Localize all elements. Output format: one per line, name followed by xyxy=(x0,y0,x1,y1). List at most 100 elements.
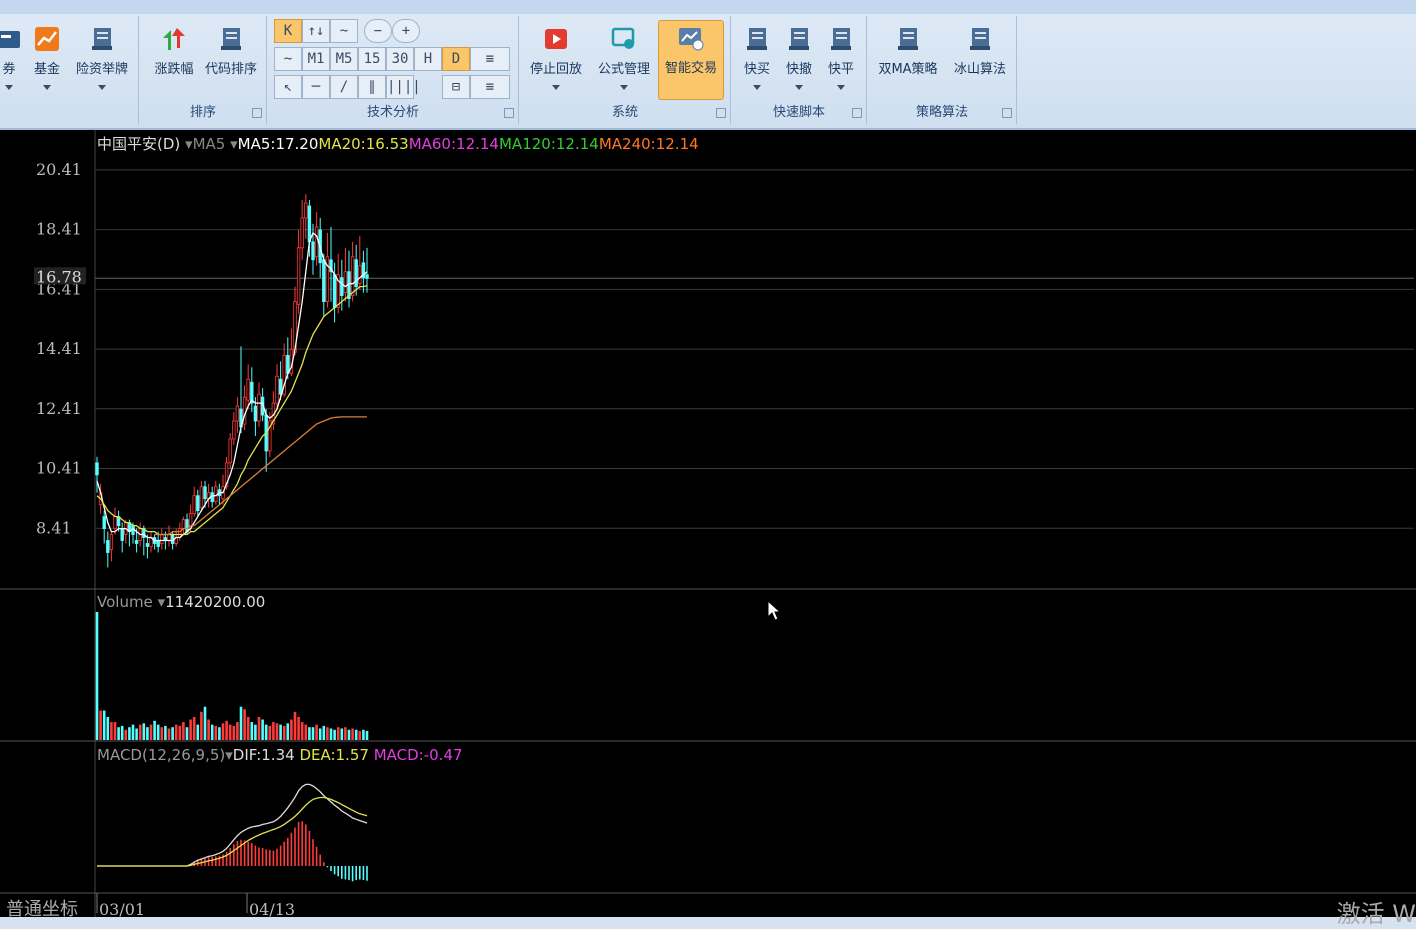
indicator-label[interactable]: MA5 xyxy=(193,135,226,153)
candle-body xyxy=(134,540,139,544)
candle-body xyxy=(300,217,304,249)
volume-bar xyxy=(174,724,178,740)
mouse-cursor-icon xyxy=(767,600,781,621)
quick-cancel-button[interactable]: 快撤 xyxy=(776,22,822,98)
volume-bar xyxy=(333,729,336,740)
candle-body xyxy=(102,516,106,529)
dialog-launcher-icon[interactable] xyxy=(1002,108,1012,118)
period-15-button[interactable]: 15 xyxy=(358,47,386,71)
candle-body xyxy=(228,438,232,464)
macd-label[interactable]: MACD(12,26,9,5) xyxy=(97,746,225,764)
volume-bar xyxy=(120,725,124,740)
group-label-system: 系统 xyxy=(611,105,638,120)
zoom-out-button[interactable]: − xyxy=(364,19,392,43)
ribbon-toolbar: 券 基金 险资举牌 涨跌幅 代码排序 排序 K ↑↓ ~ − + ~ M1 M5… xyxy=(0,0,1416,130)
candlestick-mode-button[interactable]: K xyxy=(274,19,302,43)
change-pct-button[interactable]: 涨跌幅 xyxy=(146,22,202,98)
volume-bar xyxy=(189,719,192,740)
channel-tool-button[interactable]: ∥ xyxy=(358,75,386,99)
period-m5-button[interactable]: M5 xyxy=(330,47,358,71)
fund-button[interactable]: 基金 xyxy=(24,22,70,98)
trendline-tool-button[interactable]: / xyxy=(330,75,358,99)
volume-bar xyxy=(358,731,362,740)
candle-body xyxy=(275,375,279,404)
tools-more-dropdown[interactable]: ≡ xyxy=(470,75,510,99)
symbol-label[interactable]: 中国平安(D) xyxy=(97,135,180,153)
dialog-launcher-icon[interactable] xyxy=(852,108,862,118)
candle-body xyxy=(311,241,315,261)
volume-value: 11420200.00 xyxy=(165,593,266,611)
ma-values: MA5:17.20MA20:16.53MA60:12.14MA120:12.14… xyxy=(238,135,699,153)
stop-replay-button[interactable]: 停止回放 xyxy=(524,22,588,98)
dialog-launcher-icon[interactable] xyxy=(716,108,726,118)
candle-body xyxy=(235,405,240,422)
dialog-launcher-icon[interactable] xyxy=(252,108,262,118)
volume-bar xyxy=(275,723,279,740)
ma-legend-item: MA5:17.20 xyxy=(237,135,319,153)
dropdown-arrow-icon[interactable]: ▾ xyxy=(230,135,238,153)
y-tick-label: 18.41 xyxy=(36,220,82,239)
quick-close-button[interactable]: 快平 xyxy=(818,22,864,98)
smart-trade-button[interactable]: 智能交易 xyxy=(658,20,724,100)
period-d-button[interactable]: D xyxy=(442,47,470,71)
volume-bar xyxy=(171,727,174,740)
formula-manager-button[interactable]: 公式管理 xyxy=(592,22,656,98)
volume-bar xyxy=(264,724,268,740)
chart-area[interactable]: 20.41 18.41 16.41 14.41 12.41 10.41 8.41 16.78 普… xyxy=(0,130,1416,929)
iceberg-algo-button[interactable]: 冰山算法 xyxy=(948,22,1012,98)
volume-bar xyxy=(138,724,142,740)
group-label-script: 快速脚本 xyxy=(772,105,825,120)
volume-bar xyxy=(336,727,340,740)
candle-body xyxy=(304,202,308,219)
stop-play-icon xyxy=(543,26,569,52)
group-strategy: 双MA策略 冰山算法 策略算法 xyxy=(868,16,1017,124)
volume-bar xyxy=(250,722,254,740)
x-tick-label: 03/01 xyxy=(99,900,145,917)
chevron-down-icon xyxy=(753,85,761,90)
candle-body xyxy=(307,205,312,243)
volume-bar xyxy=(203,706,207,740)
period-m1-button[interactable]: M1 xyxy=(302,47,330,71)
dropdown-arrow-icon[interactable]: ▾ xyxy=(225,746,233,764)
volume-bar xyxy=(282,725,286,740)
tick-period-button[interactable]: ~ xyxy=(274,47,302,71)
chart-canvas[interactable]: 20.4118.4116.4114.4112.4110.418.4116.78普… xyxy=(0,130,1416,920)
dropdown-arrow-icon[interactable]: ▾ xyxy=(185,135,193,153)
line-mode-button[interactable]: ~ xyxy=(330,19,358,43)
code-sort-button[interactable]: 代码排序 xyxy=(200,22,262,98)
vlines-tool-button[interactable]: |||| xyxy=(386,75,421,99)
candle-body xyxy=(203,486,207,500)
fib-tool-button[interactable]: ⊟ xyxy=(442,75,470,99)
smart-trade-icon xyxy=(678,25,704,51)
volume-bar xyxy=(351,728,354,740)
insurance-stake-button[interactable]: 险资举牌 xyxy=(74,22,130,98)
volume-bar xyxy=(272,722,275,740)
zoom-in-button[interactable]: + xyxy=(392,19,420,43)
ma-legend-item: MA120:12.14 xyxy=(498,135,599,153)
volume-bar xyxy=(290,719,293,740)
macd-value: MACD:-0.47 xyxy=(373,746,463,764)
volume-bar xyxy=(347,729,351,740)
hline-tool-button[interactable]: ─ xyxy=(302,75,330,99)
volume-bar xyxy=(300,722,304,740)
period-h-button[interactable]: H xyxy=(414,47,442,71)
candle-body xyxy=(196,495,200,512)
bar-mode-button[interactable]: ↑↓ xyxy=(302,19,330,43)
volume-bar xyxy=(142,723,146,740)
volume-label[interactable]: Volume xyxy=(97,593,153,611)
price-legend: 中国平安(D) ▾MA5 ▾MA5:17.20MA20:16.53MA60:12… xyxy=(97,133,699,154)
dialog-launcher-icon[interactable] xyxy=(504,108,514,118)
period-30-button[interactable]: 30 xyxy=(386,47,414,71)
macd-dif-line xyxy=(97,783,368,867)
candle-body xyxy=(332,274,337,308)
pointer-tool-button[interactable]: ↖ xyxy=(274,75,302,99)
quick-buy-button[interactable]: 快买 xyxy=(734,22,780,98)
volume-bar xyxy=(160,727,164,740)
dual-ma-strategy-button[interactable]: 双MA策略 xyxy=(872,22,944,98)
dropdown-arrow-icon[interactable]: ▾ xyxy=(158,593,166,611)
volume-bar xyxy=(221,723,225,740)
volume-bar xyxy=(232,725,236,740)
period-more-dropdown[interactable]: ≡ xyxy=(470,47,510,71)
group-label-tech: 技术分析 xyxy=(366,105,419,120)
document-icon xyxy=(828,26,854,52)
